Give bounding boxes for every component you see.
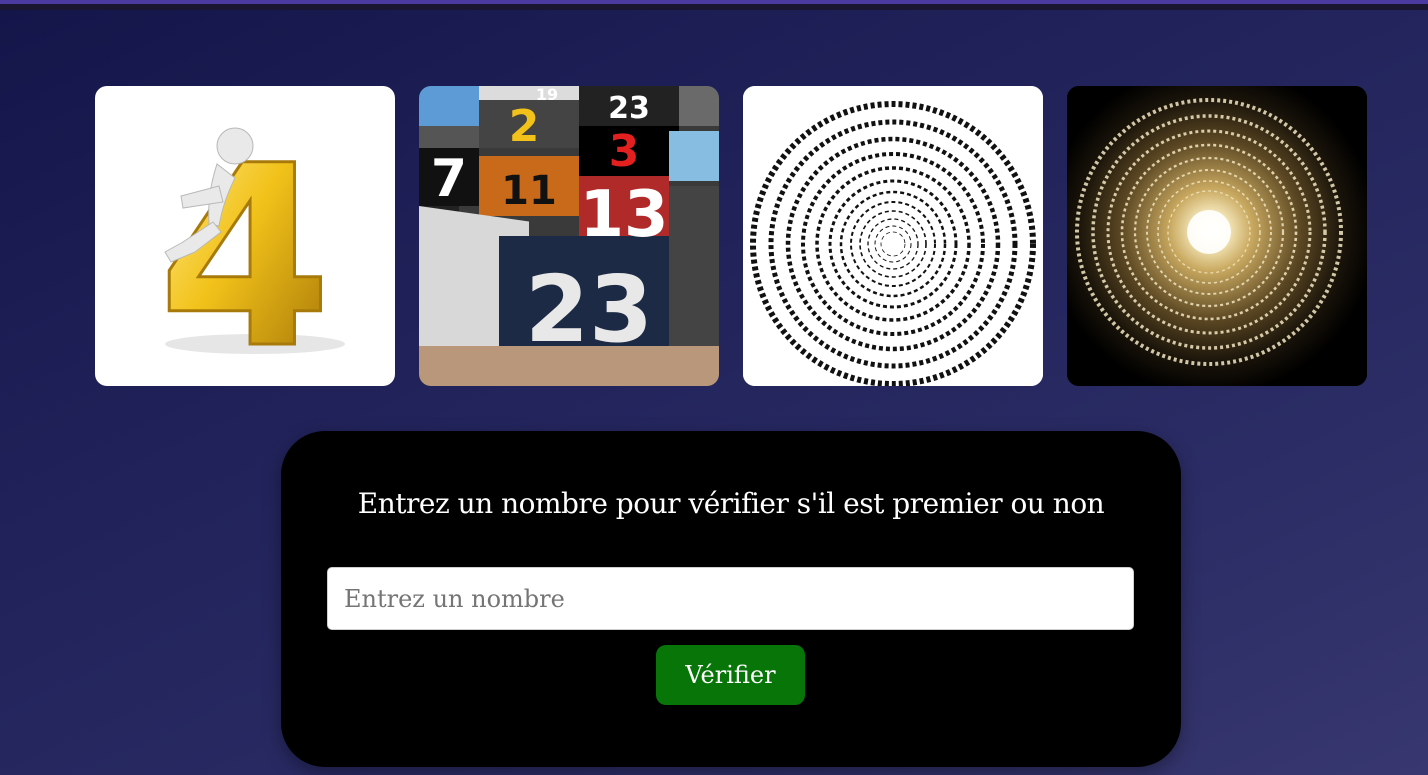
- tile-number: 7: [431, 149, 467, 209]
- form-title: Entrez un nombre pour vérifier s'il est …: [357, 487, 1105, 520]
- golden-spiral-numbers-image: [1067, 86, 1367, 386]
- tile-number: 13: [579, 178, 668, 252]
- number-four-image: 4: [95, 86, 395, 386]
- verify-button[interactable]: Vérifier: [656, 645, 805, 705]
- image-gallery: 4 19 23 2 3 7 11 13 23: [95, 86, 1367, 386]
- prime-check-card: Entrez un nombre pour vérifier s'il est …: [281, 431, 1181, 767]
- tile-number: 23: [525, 256, 653, 363]
- tile-number: 23: [608, 91, 650, 126]
- tile-number: 3: [609, 126, 640, 177]
- tile-number: 11: [501, 168, 557, 214]
- tile-number: 2: [509, 101, 540, 152]
- numbered-squares-image: 19 23 2 3 7 11 13 23: [419, 86, 719, 386]
- number-input[interactable]: [327, 567, 1134, 630]
- top-dark-bar: [0, 4, 1428, 10]
- spiral-numbers-image: [743, 86, 1043, 386]
